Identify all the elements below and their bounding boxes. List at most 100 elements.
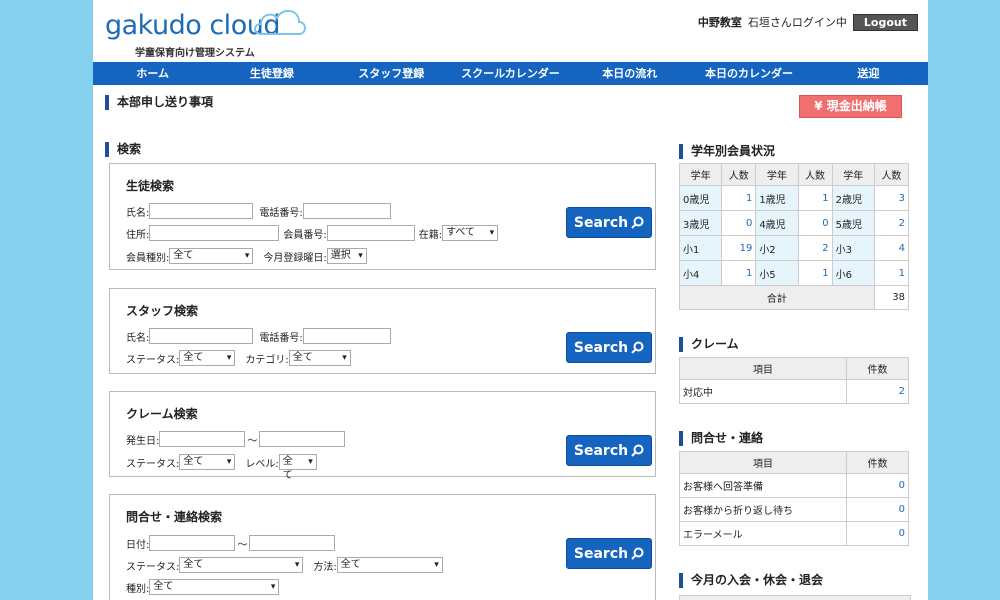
- count-cell[interactable]: 3: [873, 185, 910, 211]
- staff-phone-input[interactable]: [302, 328, 391, 344]
- grade-cell: 0歳児: [678, 185, 723, 211]
- nav-student-registration[interactable]: 生徒登録: [212, 62, 331, 85]
- student-address-input[interactable]: [149, 225, 280, 241]
- grade-cell: 小3: [831, 235, 875, 261]
- table-header-row: 学年 人数 学年 人数 学年 人数: [678, 163, 910, 186]
- nav-today-flow[interactable]: 本日の流れ: [570, 62, 689, 85]
- inquiry-search-button[interactable]: Search: [566, 538, 652, 569]
- count-header: 件数: [846, 357, 909, 380]
- level-label: レベル:: [245, 458, 279, 470]
- logo[interactable]: gakudo cloud 学童保育向け管理システム: [105, 4, 306, 60]
- enrolled-select[interactable]: すべて: [442, 225, 499, 241]
- count-cell[interactable]: 0: [846, 521, 909, 546]
- name-label: 氏名:: [126, 207, 150, 219]
- count-cell[interactable]: 2: [846, 379, 909, 404]
- count-cell[interactable]: 1: [721, 260, 757, 286]
- member-type-label: 会員種別:: [126, 252, 170, 264]
- nav-home[interactable]: ホーム: [93, 62, 212, 85]
- staff-name-input[interactable]: [149, 328, 254, 344]
- count-cell[interactable]: 1: [721, 185, 757, 211]
- member-type-select[interactable]: 全て: [169, 248, 254, 264]
- inquiry-search-title: 問合せ・連絡検索: [126, 510, 223, 524]
- total-label: 合計: [679, 285, 875, 310]
- count-cell[interactable]: 1: [873, 260, 910, 286]
- method-label: 方法:: [313, 561, 337, 573]
- staff-search-button[interactable]: Search: [566, 332, 652, 363]
- grade-cell: 1歳児: [755, 185, 799, 211]
- category-label: カテゴリ:: [245, 354, 289, 366]
- reg-day-label: 今月登録曜日:: [263, 252, 327, 264]
- student-search-title: 生徒検索: [126, 179, 175, 193]
- count-cell[interactable]: 2: [797, 235, 833, 261]
- notice-title: 本部申し送り事項: [105, 95, 213, 110]
- inquiry-type-select[interactable]: 全て: [149, 579, 280, 595]
- inquiry-date-to-input[interactable]: [249, 535, 336, 551]
- count-cell[interactable]: 0: [846, 473, 909, 498]
- search-icon: [631, 341, 644, 354]
- staff-category-select[interactable]: 全て: [288, 350, 351, 366]
- cloud-icon: [254, 10, 306, 35]
- claim-search-title: クレーム検索: [126, 407, 198, 421]
- count-header: 人数: [797, 163, 833, 186]
- nav-today-calendar[interactable]: 本日のカレンダー: [689, 62, 808, 85]
- inquiry-date-from-input[interactable]: [149, 535, 236, 551]
- member-no-label: 会員番号:: [283, 229, 327, 241]
- cash-ledger-button[interactable]: ¥ 現金出納帳: [799, 95, 902, 118]
- student-phone-input[interactable]: [302, 203, 391, 219]
- claim-level-select[interactable]: 全て: [278, 454, 317, 481]
- login-status: 石垣さんログイン中: [747, 16, 847, 29]
- nav-school-calendar[interactable]: スクールカレンダー: [451, 62, 570, 85]
- item-header: 項目: [679, 451, 847, 474]
- table-row: 0歳児 1 1歳児 1 2歳児 3: [678, 185, 910, 211]
- inquiry-method-select[interactable]: 全て: [336, 557, 443, 573]
- claim-search-button[interactable]: Search: [566, 435, 652, 466]
- count-header: 人数: [721, 163, 757, 186]
- item-cell: お客様へ回答準備: [679, 473, 847, 498]
- count-cell[interactable]: 1: [797, 185, 833, 211]
- claim-date-from-input[interactable]: [159, 431, 246, 447]
- item-cell: お客様から折り返し待ち: [679, 497, 847, 522]
- table-row: お客様へ回答準備 0: [679, 473, 909, 498]
- student-search-button[interactable]: Search: [566, 207, 652, 238]
- nav-pickup[interactable]: 送迎: [809, 62, 928, 85]
- member-no-input[interactable]: [326, 225, 415, 241]
- claim-status-select[interactable]: 全て: [179, 454, 236, 470]
- count-cell[interactable]: 2: [873, 210, 910, 236]
- status-label: ステータス:: [126, 354, 180, 366]
- grade-cell: 小5: [755, 260, 799, 286]
- count-cell[interactable]: 0: [797, 210, 833, 236]
- nav-staff-registration[interactable]: スタッフ登録: [332, 62, 451, 85]
- staff-search-title: スタッフ検索: [126, 304, 199, 318]
- table-row: 対応中 2: [679, 379, 909, 404]
- count-cell[interactable]: 0: [846, 497, 909, 522]
- claim-title: クレーム: [679, 337, 739, 352]
- search-label: Search: [573, 442, 629, 459]
- table-row: 小1 19 小2 2 小3 4: [678, 235, 910, 261]
- claim-search-box: クレーム検索 発生日: ～ ステータス: 全て レベル: 全て Search: [109, 391, 656, 481]
- staff-status-select[interactable]: 全て: [179, 350, 236, 366]
- grade-cell: 小6: [831, 260, 875, 286]
- claim-date-to-input[interactable]: [259, 431, 346, 447]
- grade-cell: 4歳児: [755, 210, 799, 236]
- grade-header: 学年: [831, 163, 875, 186]
- grade-status-title: 学年別会員状況: [679, 144, 775, 159]
- item-cell: エラーメール: [679, 521, 847, 546]
- count-header: 件数: [846, 451, 909, 474]
- date-label: 発生日:: [126, 435, 160, 447]
- search-icon: [631, 444, 644, 457]
- item-header: 項目: [679, 357, 847, 380]
- tilde: ～: [247, 435, 258, 447]
- search-label: Search: [573, 339, 629, 356]
- inquiry-status-select[interactable]: 全て: [179, 557, 304, 573]
- count-cell[interactable]: 4: [873, 235, 910, 261]
- grade-cell: 小1: [678, 235, 723, 261]
- student-name-input[interactable]: [149, 203, 254, 219]
- search-icon: [631, 547, 644, 560]
- item-cell: 対応中: [679, 379, 847, 404]
- count-cell[interactable]: 19: [721, 235, 757, 261]
- grade-cell: 2歳児: [831, 185, 875, 211]
- logout-button[interactable]: Logout: [852, 13, 918, 31]
- count-cell[interactable]: 1: [797, 260, 833, 286]
- reg-day-select[interactable]: 選択: [326, 248, 367, 264]
- count-cell[interactable]: 0: [721, 210, 757, 236]
